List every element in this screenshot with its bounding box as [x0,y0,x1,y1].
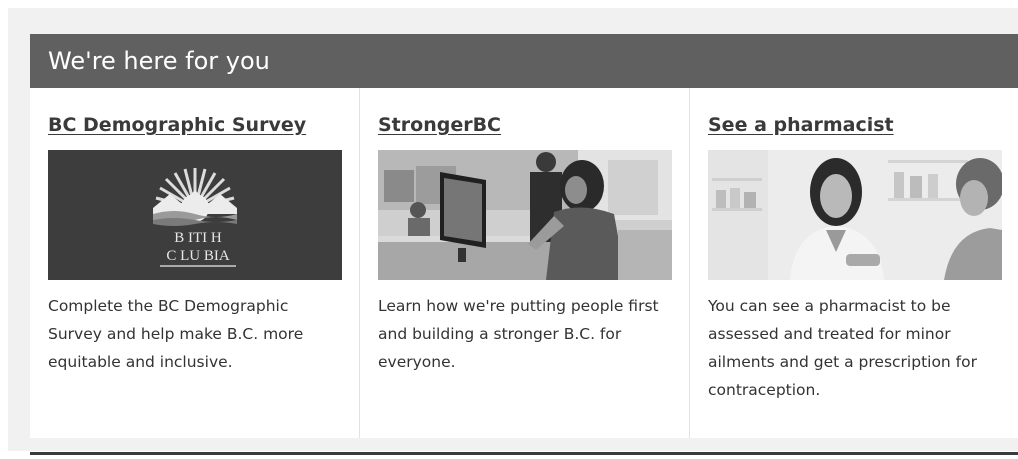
card-demographic-survey: BC Demographic Survey B ITI H C LU BIA C… [30,88,360,438]
logo-text-line1: B ITI H [174,230,222,246]
card-description: Learn how we're putting people first and… [378,297,659,371]
logo-text-line2: C LU BIA [166,248,230,264]
card-row: BC Demographic Survey B ITI H C LU BIA C… [30,88,1018,438]
card-strongerbc: StrongerBC Learn how we're putting peopl… [360,88,690,438]
card-title-link[interactable]: BC Demographic Survey [48,112,306,138]
help-section: We're here for you BC Demographic Survey [30,34,1018,438]
office-photo[interactable] [378,150,672,280]
section-heading: We're here for you [30,34,1018,88]
pharmacy-photo[interactable] [708,150,1002,280]
divider [30,452,1018,455]
bc-logo-image[interactable]: B ITI H C LU BIA [48,150,342,280]
card-title-link[interactable]: StrongerBC [378,112,501,138]
card-pharmacist: See a pharmacist You can see a pharmacis… [690,88,1018,438]
card-title-link[interactable]: See a pharmacist [708,112,894,138]
card-description: You can see a pharmacist to be assessed … [708,297,977,399]
card-description: Complete the BC Demographic Survey and h… [48,297,304,371]
